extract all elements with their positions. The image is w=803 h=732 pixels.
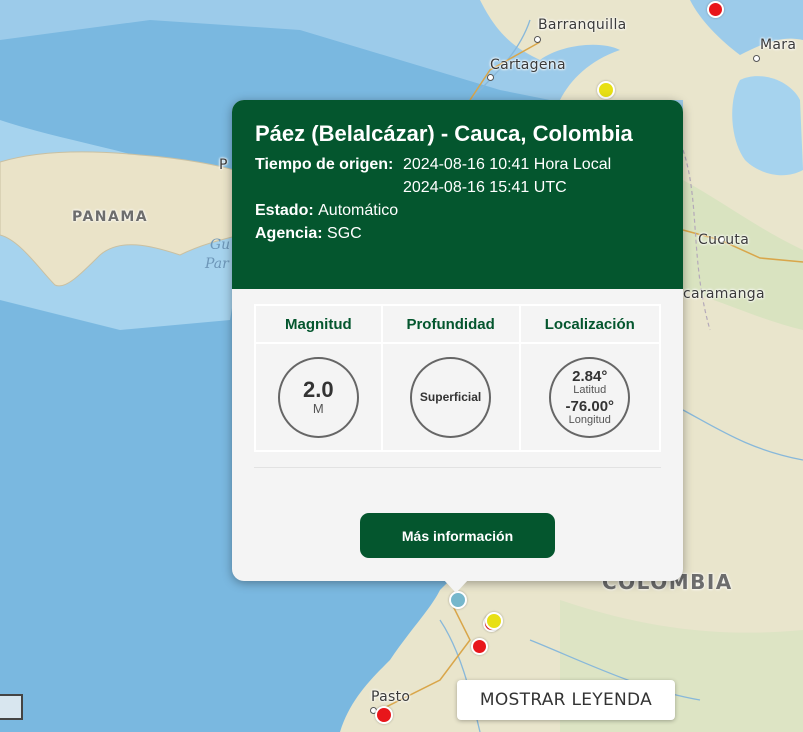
origin-time-local: 2024-08-16 10:41 Hora Local <box>403 156 612 173</box>
location-header: Localización <box>518 304 662 344</box>
more-info-button[interactable]: Más información <box>360 513 555 558</box>
agency-row: Agencia: SGC <box>255 222 661 245</box>
magnitude-unit: M <box>312 400 324 416</box>
magnitude-circle: 2.0 M <box>277 356 359 438</box>
water-label: Par <box>205 256 229 272</box>
origin-time-row: Tiempo de origen: 2024-08-16 10:41 Hora … <box>255 153 661 176</box>
depth-value: Superficial <box>419 390 482 404</box>
popup-header: Páez (Belalcázar) - Cauca, Colombia Tiem… <box>232 100 683 289</box>
latitude-value: 2.84° <box>572 367 608 385</box>
city-label-maracaibo: Mara <box>760 37 797 53</box>
divider <box>254 467 661 468</box>
city-label-panama-city: P <box>219 157 228 173</box>
depth-header: Profundidad <box>380 304 521 344</box>
show-legend-button[interactable]: MOSTRAR LEYENDA <box>457 680 675 720</box>
origin-time-label: Tiempo de origen: <box>255 156 394 173</box>
country-label-panama: PANAMA <box>72 209 149 225</box>
magnitude-header: Magnitud <box>254 304 383 344</box>
origin-time-utc-row: 2024-08-16 15:41 UTC <box>255 176 661 199</box>
selected-earthquake-marker[interactable] <box>449 591 467 609</box>
agency-value: SGC <box>327 225 362 242</box>
map-overview-control[interactable] <box>0 694 23 720</box>
latitude-label: Latitud <box>573 383 607 396</box>
depth-circle: Superficial <box>410 356 492 438</box>
stats-table: Magnitud Profundidad Localización 2.0 M … <box>254 304 662 452</box>
earthquake-marker[interactable] <box>485 612 503 630</box>
longitude-value: -76.00° <box>565 397 615 415</box>
depth-cell: Superficial <box>380 342 521 452</box>
location-cell: 2.84° Latitud -76.00° Longitud <box>518 342 662 452</box>
city-label-barranquilla: Barranquilla <box>538 17 627 33</box>
city-dot <box>487 74 494 81</box>
status-row: Estado: Automático <box>255 199 661 222</box>
popup-pointer <box>443 579 469 593</box>
popup-title: Páez (Belalcázar) - Cauca, Colombia <box>255 121 633 146</box>
city-dot <box>534 36 541 43</box>
city-dot <box>753 55 760 62</box>
status-value: Automático <box>318 202 399 219</box>
earthquake-marker[interactable] <box>707 1 724 18</box>
city-label-bucaramanga: caramanga <box>683 286 765 302</box>
agency-label: Agencia: <box>255 225 323 242</box>
earthquake-marker[interactable] <box>471 638 488 655</box>
magnitude-cell: 2.0 M <box>254 342 383 452</box>
location-circle: 2.84° Latitud -76.00° Longitud <box>549 356 631 438</box>
water-label: Gu <box>210 237 231 253</box>
city-label-cartagena: Cartagena <box>490 57 566 73</box>
earthquake-marker[interactable] <box>597 81 615 99</box>
earthquake-popup: Páez (Belalcázar) - Cauca, Colombia Tiem… <box>232 100 683 593</box>
magnitude-value: 2.0 <box>303 376 334 402</box>
city-label-pasto: Pasto <box>371 689 411 705</box>
longitude-label: Longitud <box>568 413 611 426</box>
origin-time-utc: 2024-08-16 15:41 UTC <box>403 179 567 196</box>
earthquake-marker[interactable] <box>375 706 393 724</box>
city-label-cucuta: Cucuta <box>698 232 750 248</box>
status-label: Estado: <box>255 202 314 219</box>
